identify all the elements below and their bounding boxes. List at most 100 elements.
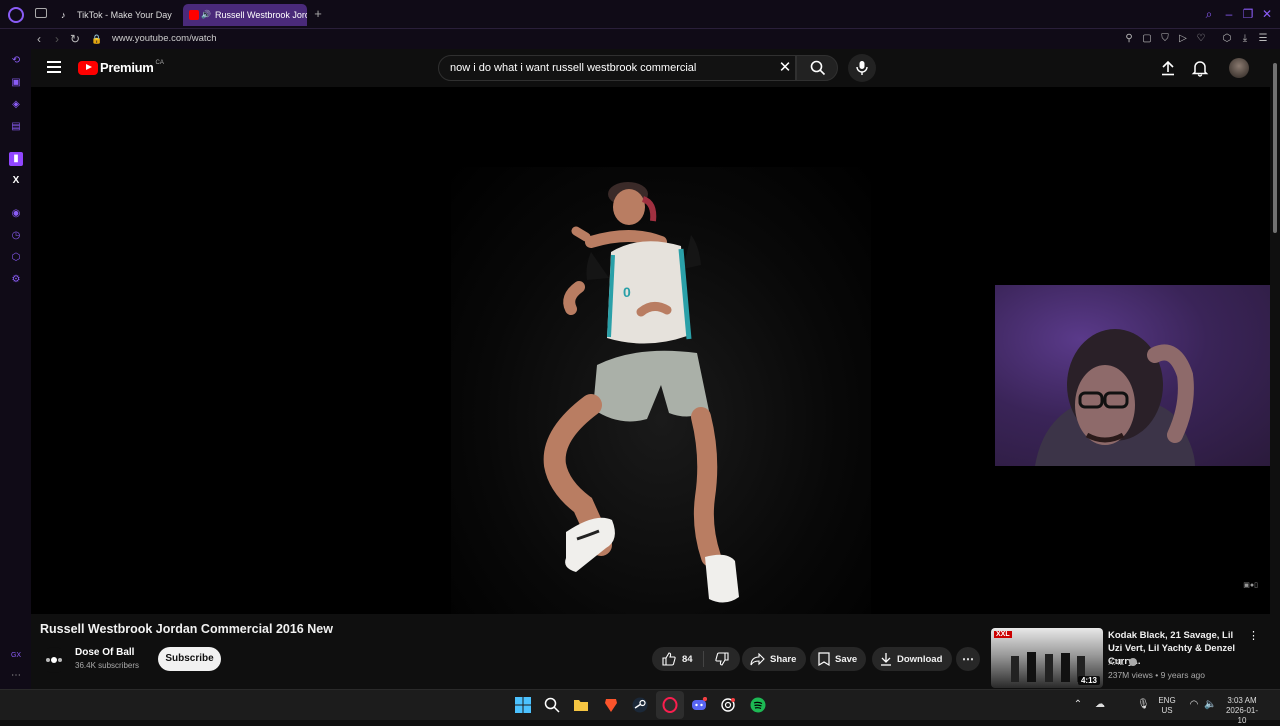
recommended-thumbnail[interactable]: XXL 4:13 (991, 628, 1103, 688)
channel-avatar[interactable] (41, 647, 67, 673)
m-icon[interactable]: ▤ (9, 120, 23, 134)
address-bar-row: ‹ › ↻ 🔒 www.youtube.com/watch ⚲ ▢ ⛉ ▷ ♡ … (0, 29, 1280, 49)
taskbar-search-icon[interactable] (544, 697, 560, 713)
save-label: Save (835, 653, 858, 665)
history-icon[interactable]: ⟲ (9, 54, 23, 68)
opera-gx-taskbar-icon[interactable] (662, 697, 678, 713)
chat-icon[interactable]: ◈ (9, 98, 23, 112)
snapshot-icon[interactable]: ▢ (1140, 32, 1154, 46)
account-avatar[interactable] (1229, 58, 1249, 78)
tab-overview-icon[interactable] (35, 8, 47, 18)
webcam-overlay (995, 285, 1280, 466)
clear-search-icon[interactable]: ✕ (776, 59, 794, 77)
video-duration: 4:13 (1077, 676, 1100, 685)
webcam-person (1035, 329, 1195, 466)
extensions-icon[interactable]: ⬡ (1220, 32, 1234, 46)
volume-icon[interactable]: 🔈 (1204, 699, 1216, 711)
download-button[interactable]: Download (872, 647, 952, 671)
voice-search-button[interactable] (848, 54, 876, 82)
gx-control-icon[interactable]: GX (9, 649, 23, 663)
brave-browser-icon[interactable] (603, 697, 619, 713)
bookmark-save-icon (818, 652, 830, 666)
steam-icon[interactable] (632, 697, 648, 713)
tab-tiktok-label: TikTok - Make Your Day (77, 10, 172, 20)
menu-icon[interactable] (47, 61, 61, 73)
maximize-button[interactable]: ❐ (1241, 7, 1255, 21)
close-window-button[interactable]: ✕ (1260, 7, 1274, 21)
save-button[interactable]: Save (810, 647, 866, 671)
back-button[interactable]: ‹ (31, 31, 47, 47)
more-icon[interactable]: ⋯ (9, 669, 23, 683)
youtube-wordmark: Premium (100, 60, 154, 75)
more-actions-button[interactable]: ⋯ (956, 647, 980, 671)
recommended-menu-icon[interactable]: ⋮ (1248, 629, 1259, 643)
chatgpt-icon[interactable] (720, 697, 736, 713)
recommended-channel-name: XXL (1108, 657, 1124, 667)
gx-sidebar: ⟲ ▣ ◈ ▤ ▮ X ◉ ◷ ⬡ ⚙ GX ⋯ (0, 49, 31, 689)
url-field[interactable]: www.youtube.com/watch (112, 31, 217, 47)
lock-icon: 🔒 (91, 34, 103, 44)
thumbs-down-icon (715, 652, 729, 666)
file-explorer-icon[interactable] (573, 697, 589, 713)
recommended-channel[interactable]: XXL (1108, 657, 1138, 667)
scrollbar-thumb[interactable] (1273, 63, 1277, 233)
briefcase-icon[interactable]: ▣ (9, 76, 23, 90)
easy-setup-icon[interactable]: ☰ (1256, 32, 1270, 46)
onedrive-icon[interactable]: ☁ (1094, 699, 1106, 711)
microphone-tray-icon[interactable]: 🎙 (1137, 699, 1150, 711)
subscribe-button[interactable]: Subscribe (158, 647, 221, 671)
minimize-button[interactable]: – (1222, 7, 1236, 21)
dislike-button[interactable] (704, 652, 740, 666)
like-button[interactable]: 84 (652, 651, 704, 667)
svg-text:0: 0 (623, 284, 631, 300)
tray-expand-icon[interactable]: ⌃ (1072, 699, 1084, 711)
download-arrow-icon (881, 653, 891, 666)
forward-button[interactable]: › (49, 31, 65, 47)
player-control-icon[interactable]: ▷ (1176, 32, 1190, 46)
search-tabs-icon[interactable]: ⌕ (1202, 7, 1216, 21)
video-title: Russell Westbrook Jordan Commercial 2016… (40, 622, 333, 636)
discord-icon[interactable] (691, 697, 707, 713)
reload-button[interactable]: ↻ (67, 31, 83, 47)
twitch-icon[interactable]: ▮ (9, 152, 23, 166)
share-label: Share (770, 653, 797, 665)
player-icon[interactable]: ◉ (9, 207, 23, 221)
clock[interactable]: 3:03 AM 2026-01-10 (1222, 696, 1262, 726)
bookmark-icon[interactable]: ⚲ (1122, 32, 1136, 46)
download-icon[interactable]: ⤓ (1238, 32, 1252, 46)
windows-taskbar: ⌃ ☁ 🎙 ENG US ◠ 🔈 3:03 AM 2026-01-10 (0, 689, 1280, 725)
heart-icon[interactable]: ♡ (1194, 32, 1208, 46)
thumbs-up-icon (662, 652, 676, 666)
browser-tabbar: ♪ TikTok - Make Your Day 🔊 Russell Westb… (0, 0, 1280, 29)
spotify-icon[interactable] (750, 697, 766, 713)
share-button[interactable]: Share (742, 647, 806, 671)
windows-start-icon[interactable] (515, 697, 531, 713)
wifi-icon[interactable]: ◠ (1188, 699, 1200, 711)
channel-watermark[interactable]: ▣●▯ (1243, 581, 1258, 589)
new-tab-button[interactable]: + (311, 7, 325, 21)
search-button[interactable] (796, 55, 838, 81)
page-scrollbar[interactable] (1270, 49, 1280, 689)
tab-tiktok[interactable]: ♪ TikTok - Make Your Day (55, 4, 173, 26)
search-icon (810, 60, 826, 76)
language-indicator[interactable]: ENG US (1154, 696, 1180, 716)
tab-youtube[interactable]: 🔊 Russell Westbrook Jordan Commercial 20… (183, 4, 307, 26)
tiktok-icon: ♪ (61, 10, 66, 20)
channel-name[interactable]: Dose Of Ball (75, 647, 134, 658)
like-dislike-group: 84 (652, 647, 740, 671)
download-label: Download (897, 653, 943, 665)
youtube-header: Premium CA now i do what i want russell … (31, 49, 1280, 87)
notifications-bell-icon[interactable] (1191, 59, 1209, 77)
shield-icon[interactable]: ⛉ (1158, 32, 1172, 46)
clock-icon[interactable]: ◷ (9, 229, 23, 243)
microphone-icon (856, 61, 868, 75)
upload-icon[interactable] (1159, 59, 1177, 77)
cube-icon[interactable]: ⬡ (9, 251, 23, 265)
opera-gx-logo[interactable] (8, 7, 24, 23)
search-input[interactable]: now i do what i want russell westbrook c… (438, 55, 796, 81)
speaker-icon[interactable]: 🔊 (201, 10, 211, 20)
youtube-logo[interactable]: Premium CA (78, 60, 164, 75)
settings-icon[interactable]: ⚙ (9, 273, 23, 287)
country-code: CA (155, 59, 164, 66)
x-icon[interactable]: X (9, 174, 23, 188)
